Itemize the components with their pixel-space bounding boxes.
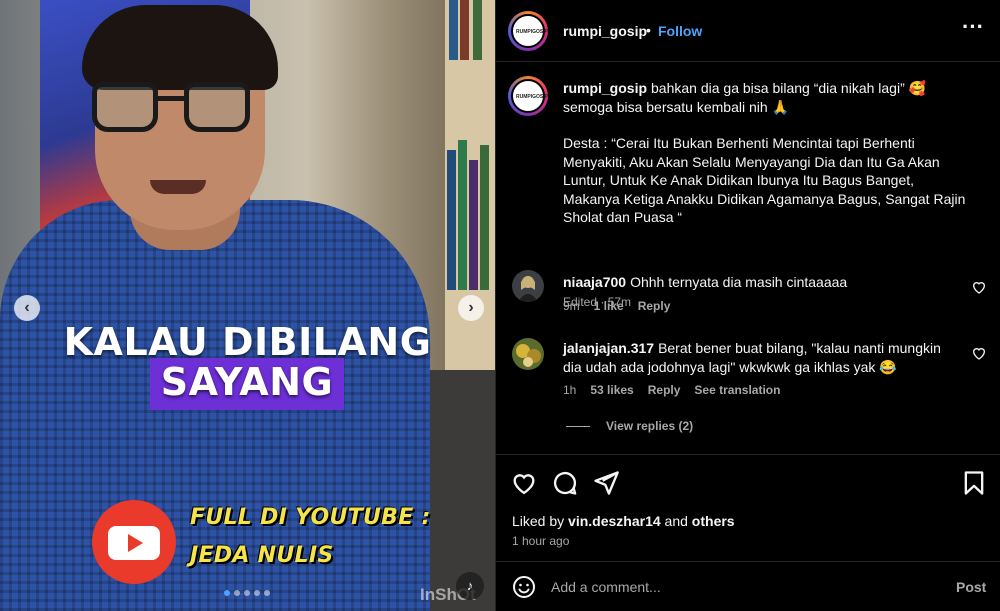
comment-input[interactable] (551, 576, 931, 598)
liked-and: and (664, 513, 688, 529)
carousel-dot (224, 590, 230, 596)
avatar[interactable] (512, 338, 544, 370)
liked-others[interactable]: others (692, 513, 735, 529)
carousel-indicator (224, 590, 274, 598)
post-time[interactable]: 1 hour ago (512, 534, 569, 548)
post-actions: Liked by vin.deszhar14 and others 1 hour… (496, 454, 1000, 574)
caption-text: rumpi_gosip bahkan dia ga bisa bilang “di… (563, 79, 973, 227)
send-icon[interactable] (592, 469, 620, 497)
heart-icon[interactable] (510, 469, 538, 497)
person-mouth (150, 180, 206, 194)
caption-quote: Desta : “Cerai Itu Bukan Berhenti Mencin… (563, 135, 966, 225)
comment-likes[interactable]: 53 likes (590, 383, 633, 397)
caption-line1: bahkan dia ga bisa bilang “dia nikah lag… (651, 80, 927, 96)
see-translation-button[interactable]: See translation (694, 383, 780, 397)
comment-composer: Post (496, 561, 1000, 611)
youtube-icon (92, 500, 176, 584)
avatar[interactable]: RUMPIGOSIP (508, 76, 548, 116)
view-replies-label[interactable]: View replies (2) (606, 419, 693, 433)
comment-time[interactable]: 1h (563, 383, 576, 397)
follow-button[interactable]: Follow (658, 23, 702, 39)
promo-line2: JEDA NULIS (190, 543, 334, 568)
caption-username[interactable]: rumpi_gosip (563, 80, 647, 96)
video-caption-line2: SAYANG (150, 358, 344, 410)
carousel-dot (264, 590, 270, 596)
smiley-icon[interactable] (512, 575, 536, 599)
carousel-dot (244, 590, 250, 596)
liked-prefix: Liked by (512, 513, 565, 529)
header-separator: • (646, 22, 651, 38)
post-button[interactable]: Post (956, 579, 986, 595)
post-header: RUMPIGOSIP rumpi_gosip • Follow ··· (496, 0, 1000, 62)
liked-user[interactable]: vin.deszhar14 (568, 513, 661, 529)
chevron-left-icon[interactable]: ‹ (14, 295, 40, 321)
comment-icon[interactable] (551, 469, 579, 497)
comment-likes[interactable]: 1 like (594, 299, 624, 313)
post-media[interactable]: KALAU DIBILANG SAYANG FULL DI YOUTUBE : … (0, 0, 495, 611)
post-side-panel: RUMPIGOSIP rumpi_gosip • Follow ··· RUMP… (495, 0, 1000, 611)
divider (566, 425, 590, 427)
chevron-right-icon[interactable]: › (458, 295, 484, 321)
person-hair (82, 5, 278, 90)
avatar[interactable] (512, 270, 544, 302)
carousel-dot (234, 590, 240, 596)
more-horizontal-icon[interactable]: ··· (958, 16, 988, 42)
comment-time[interactable]: 9m (563, 299, 580, 313)
view-replies-button[interactable]: View replies (2) (566, 419, 693, 433)
comment-username[interactable]: niaaja700 (563, 274, 626, 290)
person-glasses (92, 82, 252, 134)
comment-username[interactable]: jalanjajan.317 (563, 340, 654, 356)
header-username[interactable]: rumpi_gosip (563, 23, 647, 39)
caption-line2: semoga bisa bersatu kembali nih 🙏 (563, 98, 789, 115)
reply-button[interactable]: Reply (638, 299, 671, 313)
carousel-dot (254, 590, 260, 596)
reply-button[interactable]: Reply (648, 383, 681, 397)
comment-text: Ohhh ternyata dia masih cintaaaaa (630, 274, 848, 290)
bookmark-icon[interactable] (960, 469, 988, 497)
heart-icon[interactable] (971, 279, 987, 295)
avatar[interactable]: RUMPIGOSIP (508, 11, 548, 51)
promo-line1: FULL DI YOUTUBE : (190, 505, 431, 530)
sound-icon[interactable]: ♪ (456, 572, 484, 600)
liked-by: Liked by vin.deszhar14 and others (512, 513, 735, 529)
heart-icon[interactable] (971, 345, 987, 361)
